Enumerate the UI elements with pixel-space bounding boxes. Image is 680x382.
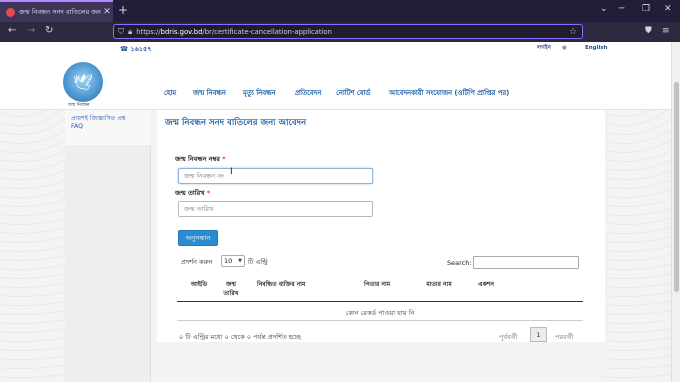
user-icon: ● [562,45,567,51]
pagination-previous[interactable]: পূর্ববর্তী [499,332,517,343]
text-cursor-icon: I [230,167,233,177]
dob-label: জন্ম তারিখ * [175,189,211,197]
tab-list-chevron-icon[interactable]: ⌄ [600,4,608,14]
table-bottom-divider [177,320,583,321]
menu-home[interactable]: হোম [164,87,176,99]
site-header: 🕊︎ জন্ম নিবন্ধন হোম জন্ম নিবন্ধন মৃত্যু … [0,57,671,110]
column-header-father[interactable]: পিতার নাম [357,280,397,289]
helpline-phone[interactable]: ☎ ১৬১৫৭ [120,44,151,55]
site-logo[interactable]: 🕊︎ [63,62,103,102]
sidebar: প্রায়শই জিজ্ঞাসিত প্রশ্ন FAQ [65,110,151,382]
hamburger-menu-icon[interactable]: ≡ [662,26,670,36]
sidebar-link-faq[interactable]: FAQ [71,123,83,130]
url-text[interactable]: https://bdris.gov.bd/br/certificate-canc… [136,28,569,36]
lock-icon[interactable]: 🔒︎ [128,27,132,37]
site-favicon-icon [6,7,15,17]
browser-tab-bar: জন্ম নিবন্ধন সনদ বাতিলের জন্য আবেদন ✕ + … [0,0,680,22]
scrollbar-thumb[interactable] [674,82,679,292]
language-switch-link[interactable]: English [585,45,608,51]
url-bar[interactable]: ⛉ 🔒︎ https://bdris.gov.bd/br/certificate… [113,24,583,39]
table-header-divider [177,301,583,302]
web-page: ☎ ১৬১৫৭ লগইন ● English 🕊︎ জন্ম নিবন্ধন হ… [0,42,671,382]
maximize-icon[interactable]: ❐ [642,4,650,14]
reg-no-input[interactable] [178,168,373,184]
table-search-input[interactable] [473,256,579,269]
tab-close-icon[interactable]: ✕ [101,7,113,17]
menu-report[interactable]: প্রতিবেদন [295,87,321,99]
pocket-icon[interactable]: ⛊ [645,26,652,36]
minimize-icon[interactable]: ─ [619,4,624,14]
column-header-action[interactable]: একশন [469,280,503,289]
page-size-select[interactable]: 10 ▼ [221,255,245,267]
back-arrow-icon[interactable]: ← [8,25,16,36]
bookmark-star-icon[interactable]: ☆ [569,27,577,37]
chevron-down-icon: ▼ [238,258,242,264]
search-button[interactable]: অনুসন্ধান [178,230,218,246]
reload-icon[interactable]: ↻ [45,25,53,36]
dove-logo-icon: 🕊︎ [72,72,94,92]
column-header-mother[interactable]: মাতার নাম [419,280,459,289]
browser-tab-active[interactable]: জন্ম নিবন্ধন সনদ বাতিলের জন্য আবেদন ✕ [0,0,113,22]
logo-caption: জন্ম নিবন্ধন [68,103,90,108]
browser-tab-title: জন্ম নিবন্ধন সনদ বাতিলের জন্য আবেদন [19,7,101,16]
column-header-name[interactable]: নিবন্ধিত ব্যক্তির নাম [257,280,347,289]
reg-no-label: জন্ম নিবন্ধন নম্বর * [175,155,226,163]
menu-notice-board[interactable]: নোটিশ বোর্ড [336,87,370,99]
main-content: জন্ম নিবন্ধন সনদ বাতিলের জন্য আবেদন জন্ম… [157,110,605,342]
shield-icon[interactable]: ⛉ [118,27,124,37]
pagination-page-1[interactable]: 1 [530,327,547,342]
column-header-dob[interactable]: জন্ম তারিখ [220,280,242,298]
page-title: জন্ম নিবন্ধন সনদ বাতিলের জন্য আবেদন [165,118,307,128]
entries-label: টি এন্ট্রি [248,258,268,266]
forward-arrow-icon[interactable]: → [27,25,35,36]
page-size-value: 10 [224,257,233,265]
page-scrollbar[interactable] [671,42,680,382]
pagination-next[interactable]: পরবর্তী [555,332,573,343]
new-tab-icon[interactable]: + [118,3,128,17]
menu-applicant-addition[interactable]: আবেদনকারী সংযোজন (ওটিপি প্রাপ্তির পর) [389,87,509,99]
sidebar-links-box: প্রায়শই জিজ্ঞাসিত প্রশ্ন FAQ [65,110,151,145]
menu-death-registration[interactable]: মৃত্যু নিবন্ধন [243,87,275,99]
table-info: ০ টি এন্ট্রির মধ্যে ০ থেকে ০ পর্যন্ত প্র… [179,333,301,341]
search-label: Search: [447,259,472,267]
window-close-icon[interactable]: ✕ [664,4,672,14]
dob-input[interactable] [178,201,373,217]
table-empty-message: কোন রেকর্ড পাওয়া যায় নি [345,309,415,317]
site-topbar: ☎ ১৬১৫৭ লগইন ● English [0,42,671,57]
column-header-id[interactable]: আইডি [189,280,209,289]
login-link[interactable]: লগইন [537,45,551,53]
show-entries-label: প্রদর্শন করুন [181,258,213,266]
menu-birth-registration[interactable]: জন্ম নিবন্ধন [193,87,226,99]
